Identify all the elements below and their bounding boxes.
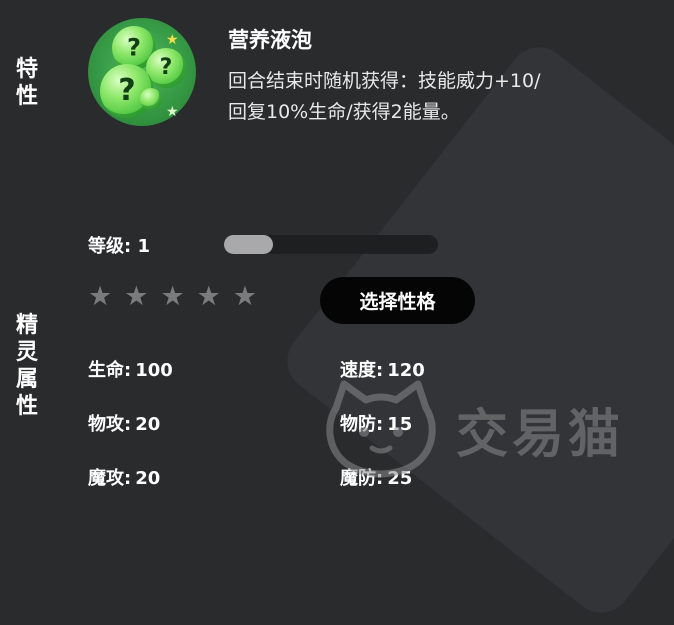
ability-title: 营养液泡	[228, 28, 312, 52]
star-icon[interactable]: ★	[160, 282, 184, 312]
ability-description: 回合结束时随机获得：技能威力+10/ 回复10%生命/获得2能量。	[228, 70, 541, 123]
level-slider[interactable]	[224, 235, 438, 254]
stat-hp: 生命: 100	[88, 356, 173, 382]
trait-section-label: 特 性	[15, 57, 38, 109]
stat-label: 生命:	[88, 360, 132, 381]
stat-label: 魔攻:	[88, 468, 132, 489]
star-icon[interactable]: ★	[88, 282, 112, 312]
cat-logo-icon	[322, 380, 440, 480]
stat-label: 物攻:	[88, 414, 132, 435]
select-nature-button[interactable]: 选择性格	[320, 277, 475, 324]
stat-sp-attack: 魔攻: 20	[88, 464, 160, 490]
bubble-question-icon: ? ? ? ★ ★	[88, 18, 196, 126]
stat-value: 120	[387, 360, 425, 381]
star-icon[interactable]: ★	[197, 282, 221, 312]
star-icon[interactable]: ★	[233, 282, 257, 312]
star-icon[interactable]: ★	[124, 282, 148, 312]
stat-value: 20	[135, 414, 161, 435]
level-label: 等级:	[88, 236, 132, 257]
star-rating: ★ ★ ★ ★ ★	[88, 282, 257, 312]
stat-attack: 物攻: 20	[88, 410, 160, 436]
watermark-text: 交易猫	[456, 405, 625, 465]
stat-label: 速度:	[340, 360, 384, 381]
attributes-section-label: 精 灵 属 性	[15, 313, 38, 419]
level-display: 等级: 1	[88, 232, 150, 258]
stat-value: 100	[135, 360, 173, 381]
level-value: 1	[137, 236, 151, 257]
level-slider-fill	[224, 235, 274, 254]
stat-value: 20	[135, 468, 161, 489]
stat-speed: 速度: 120	[340, 356, 425, 382]
